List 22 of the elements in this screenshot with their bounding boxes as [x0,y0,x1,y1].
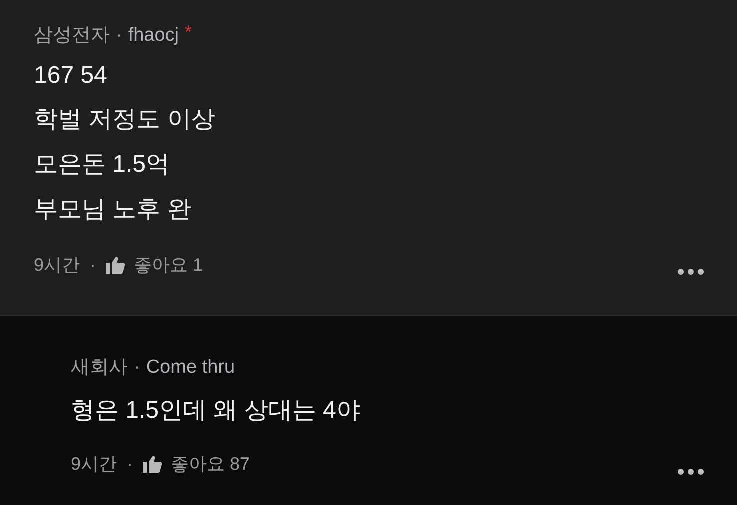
author-name[interactable]: Come thru [146,357,236,379]
comment-text: 부모님 노후 완 [34,195,192,225]
like-count: 좋아요 87 [171,453,250,476]
comment-text: 167 54 [34,62,108,90]
thumbs-up-icon[interactable] [106,256,126,274]
like-count: 좋아요 1 [134,254,204,277]
separator-dot: · [134,357,140,379]
separator-dot: · [127,454,134,474]
separator-dot: · [116,25,122,47]
thumbs-up-icon[interactable] [143,455,164,473]
author-name[interactable]: fhaocj [128,25,180,47]
company-name: 삼성전자 [34,24,110,48]
more-options-icon[interactable] [677,468,705,476]
timestamp: 9시간 [34,254,80,277]
comment-text: 모은돈 1.5억 [34,150,172,180]
comment-text: 형은 1.5인데 왜 상대는 4야 [71,396,362,426]
asterisk-label: * [185,22,192,43]
more-options-icon[interactable] [677,268,705,276]
separator-dot: · [90,254,96,276]
timestamp: 9시간 [71,453,118,476]
comment-text: 학벌 저정도 이상 [34,105,216,135]
company-name: 새회사 [71,356,128,380]
